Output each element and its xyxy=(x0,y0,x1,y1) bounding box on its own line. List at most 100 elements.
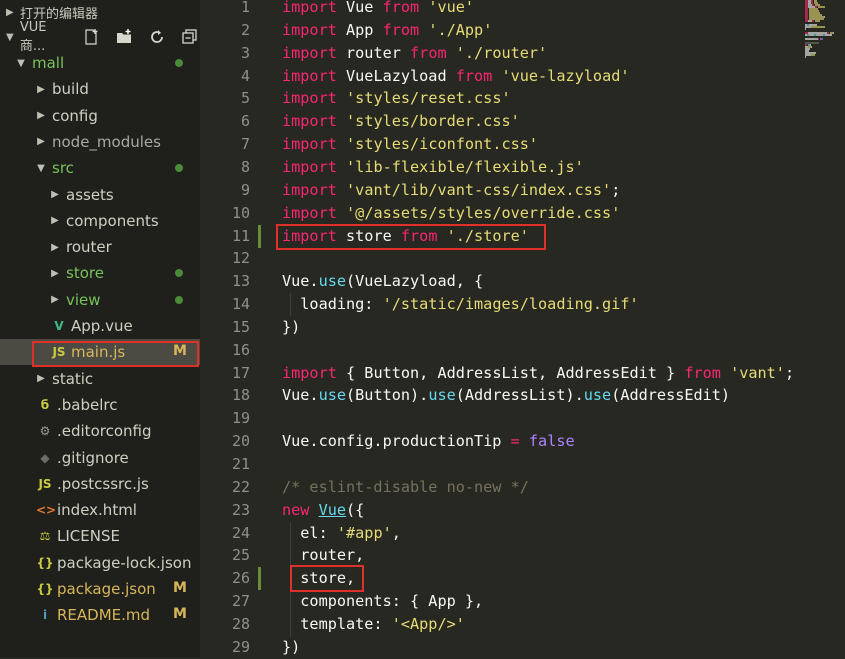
code-line[interactable]: }) xyxy=(282,636,300,659)
collapse-all-icon[interactable] xyxy=(180,27,200,47)
tree-item-license[interactable]: ⚖ LICENSE xyxy=(0,523,200,549)
git-status-dot xyxy=(175,295,183,304)
code-line[interactable]: import router from './router' xyxy=(282,42,547,65)
minimap[interactable] xyxy=(805,0,845,60)
code-token: import xyxy=(282,363,337,382)
tree-item-package-json[interactable]: {} package.json M xyxy=(0,576,200,602)
code-line[interactable]: Vue.use(VueLazyload, { xyxy=(282,270,483,293)
tree-item-assets[interactable]: ▶ assets xyxy=(0,182,200,208)
line-number: 27 xyxy=(231,592,250,611)
line-number: 16 xyxy=(231,340,250,359)
tree-item-label: index.html xyxy=(57,501,137,520)
code-line[interactable]: import 'styles/reset.css' xyxy=(282,87,511,110)
code-line[interactable]: import { Button, AddressList, AddressEdi… xyxy=(282,362,794,385)
project-header[interactable]: ▼ VUE商... xyxy=(0,20,200,54)
tree-item-node-modules[interactable]: ▶ node_modules xyxy=(0,129,200,155)
chevron-right-icon: ▶ xyxy=(51,267,59,279)
minimap-token xyxy=(816,34,823,36)
code-token: from xyxy=(684,363,721,382)
code-token: import xyxy=(282,66,337,85)
code-line[interactable]: }) xyxy=(282,316,300,339)
code-line[interactable]: new Vue({ xyxy=(282,499,364,522)
code-line[interactable]: import App from './App' xyxy=(282,19,492,42)
code-token: }) xyxy=(282,317,301,336)
minimap-token xyxy=(824,16,825,18)
highlight-box-import-store xyxy=(276,224,546,250)
code-token: 'vue' xyxy=(428,0,475,16)
new-file-icon[interactable] xyxy=(81,27,101,47)
code-line[interactable]: import 'lib-flexible/flexible.js' xyxy=(282,156,584,179)
tree-item-gitignore[interactable]: ◆ .gitignore xyxy=(0,445,200,471)
tree-item-mall[interactable]: ▼ mall xyxy=(0,50,200,76)
code-line[interactable]: el: '#app', xyxy=(282,522,401,545)
line-number: 29 xyxy=(231,637,250,656)
file-type-icon: ⚖ xyxy=(39,529,51,544)
tree-item-babelrc[interactable]: б .babelrc xyxy=(0,392,200,418)
tree-item-router[interactable]: ▶ router xyxy=(0,234,200,260)
code-token: components: { App }, xyxy=(282,592,484,611)
tree-item-view[interactable]: ▶ view xyxy=(0,287,200,313)
code-token: from xyxy=(382,0,420,16)
line-number: 18 xyxy=(231,386,250,405)
code-token: }) xyxy=(282,637,301,656)
code-token: './router' xyxy=(455,43,548,62)
code-line[interactable]: Vue.config.productionTip = false xyxy=(282,430,575,453)
code-line[interactable]: import VueLazyload from 'vue-lazyload' xyxy=(282,65,630,88)
tree-item-static[interactable]: ▶ static xyxy=(0,366,200,392)
tree-item-label: .babelrc xyxy=(57,395,118,414)
code-line[interactable]: import '@/assets/styles/override.css' xyxy=(282,202,620,225)
tree-item-config[interactable]: ▶ config xyxy=(0,103,200,129)
tree-item-postcssrc-js[interactable]: JS .postcssrc.js xyxy=(0,471,200,497)
chevron-right-icon: ▶ xyxy=(51,241,59,253)
line-number: 3 xyxy=(240,43,250,62)
tree-item-label: .postcssrc.js xyxy=(57,474,149,493)
line-number: 9 xyxy=(240,180,250,199)
line-number: 15 xyxy=(231,317,250,336)
tree-item-label: mall xyxy=(32,54,65,72)
code-line[interactable]: loading: '/static/images/loading.gif' xyxy=(282,293,638,316)
tree-item-app-vue[interactable]: V App.vue xyxy=(0,313,200,339)
code-token: 'vue-lazyload' xyxy=(501,66,630,85)
code-line[interactable]: import 'styles/border.css' xyxy=(282,110,520,133)
chevron-right-icon: ▶ xyxy=(6,6,14,18)
git-modified-line-marker xyxy=(258,224,261,248)
tree-item-src[interactable]: ▼ src xyxy=(0,155,200,181)
tree-item-components[interactable]: ▶ components xyxy=(0,208,200,234)
code-line[interactable]: import 'styles/iconfont.css' xyxy=(282,133,538,156)
tree-item-readme-md[interactable]: i README.md M xyxy=(0,602,200,628)
new-folder-icon[interactable] xyxy=(114,27,134,47)
minimap-token xyxy=(811,46,812,48)
tree-item-label: store xyxy=(66,264,104,283)
code-token: 'vant/lib/vant-css/index.css' xyxy=(346,180,612,199)
line-number: 13 xyxy=(231,272,250,291)
tree-item-store[interactable]: ▶ store xyxy=(0,260,200,286)
code-line[interactable]: /* eslint-disable no-new */ xyxy=(282,476,529,499)
code-token: (AddressList). xyxy=(455,386,584,405)
tree-item-label: src xyxy=(52,159,74,178)
code-token: 'styles/iconfont.css' xyxy=(346,135,539,154)
file-type-icon: {} xyxy=(36,582,54,596)
code-line[interactable]: import Vue from 'vue' xyxy=(282,0,474,19)
refresh-icon[interactable] xyxy=(147,27,167,47)
explorer-toolbar xyxy=(81,27,200,47)
minimap-token xyxy=(811,26,825,28)
tree-item-label: config xyxy=(52,106,98,125)
code-line[interactable]: Vue.use(Button).use(AddressList).use(Add… xyxy=(282,384,730,407)
tree-item-label: package.json xyxy=(57,580,156,598)
code-token: new xyxy=(282,500,310,519)
code-line[interactable]: components: { App }, xyxy=(282,590,483,613)
code-line[interactable]: router, xyxy=(282,544,364,567)
tree-item-build[interactable]: ▶ build xyxy=(0,76,200,102)
code-line[interactable]: template: '<App/>' xyxy=(282,613,465,636)
code-token: template: xyxy=(282,614,392,633)
tree-item-index-html[interactable]: <> index.html xyxy=(0,497,200,523)
code-line[interactable]: import 'vant/lib/vant-css/index.css'; xyxy=(282,179,620,202)
line-number: 21 xyxy=(231,455,250,473)
tree-item-editorconfig[interactable]: ⚙ .editorconfig xyxy=(0,418,200,444)
tree-item-label: components xyxy=(66,211,159,230)
code-token: import xyxy=(282,43,337,62)
tree-item-package-lock-json[interactable]: {} package-lock.json xyxy=(0,550,200,576)
